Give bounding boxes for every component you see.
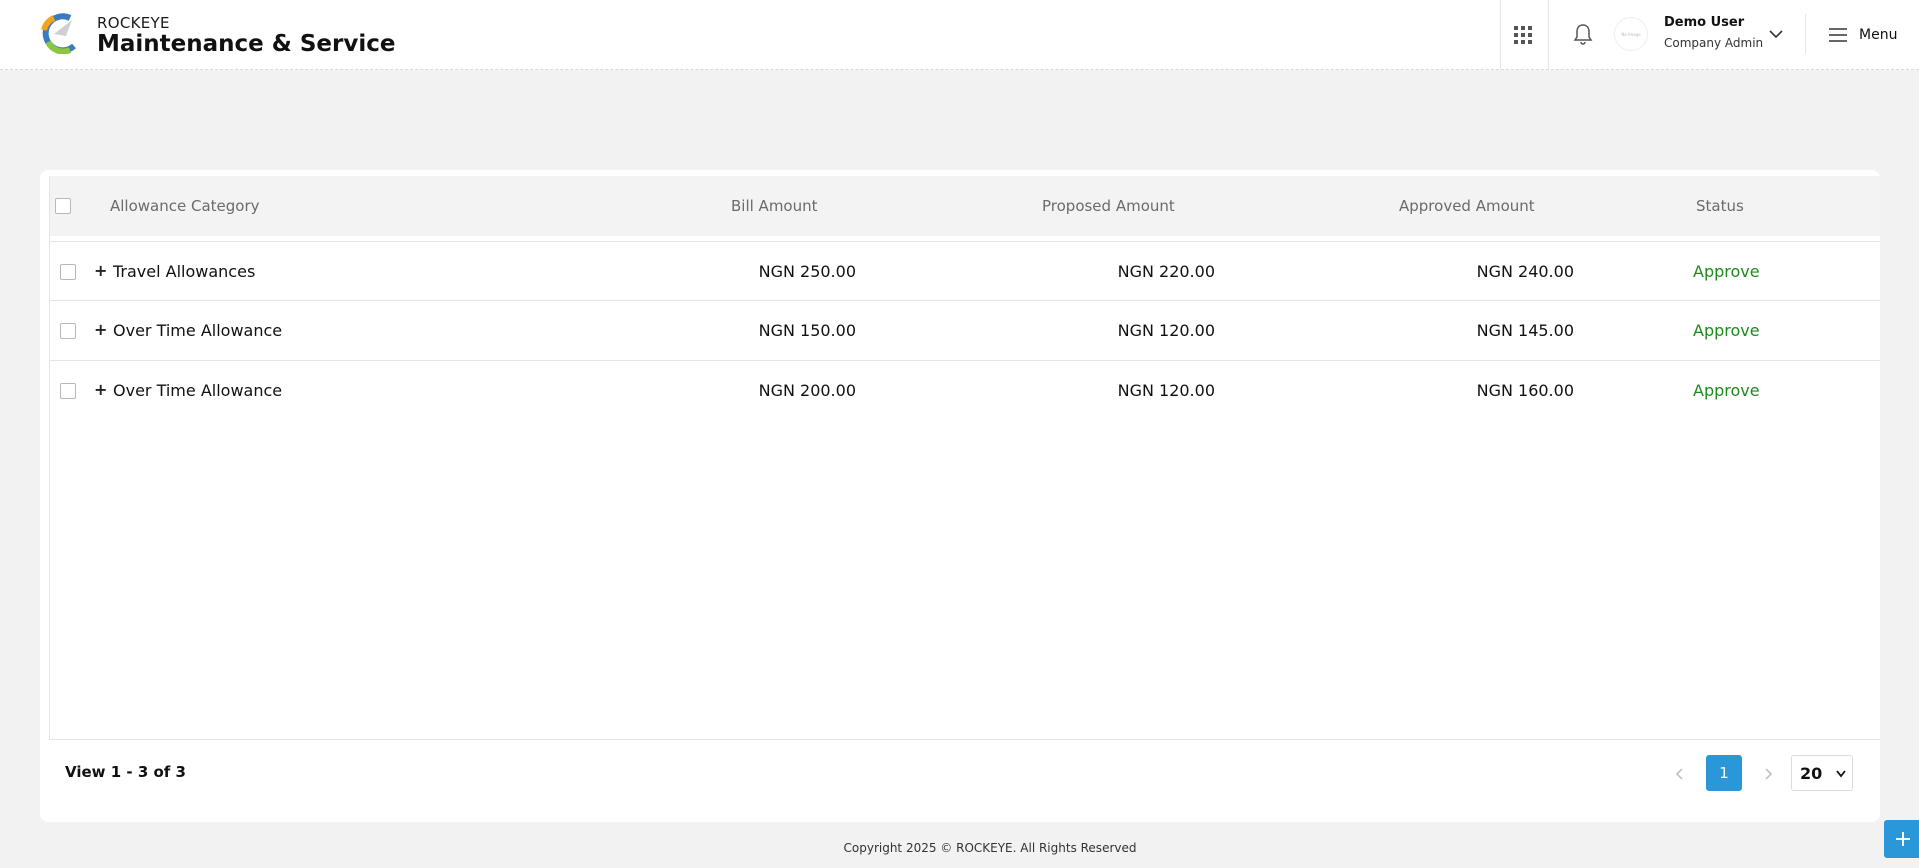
table-row[interactable]: + Over Time Allowance NGN 150.00 NGN 120… — [50, 301, 1881, 361]
page-size-value: 20 — [1800, 764, 1823, 783]
table-row[interactable]: + Over Time Allowance NGN 200.00 NGN 120… — [50, 361, 1881, 421]
chevron-down-icon — [1836, 770, 1846, 778]
status-badge: Approve — [1693, 381, 1760, 400]
allowance-table: Allowance Category Bill Amount Proposed … — [49, 176, 1881, 740]
header-divider — [1500, 0, 1501, 69]
chevron-right-icon[interactable] — [1761, 767, 1775, 781]
row-checkbox[interactable] — [60, 264, 76, 280]
expand-row-button[interactable]: + — [94, 380, 107, 399]
chevron-left-icon[interactable] — [1673, 767, 1687, 781]
user-name[interactable]: Demo User — [1664, 15, 1744, 30]
bill-amount: NGN 250.00 — [758, 262, 856, 281]
column-header-approved-amount[interactable]: Approved Amount — [1399, 197, 1535, 215]
page-size-select[interactable]: 20 — [1791, 755, 1853, 791]
approved-amount: NGN 160.00 — [1476, 381, 1574, 400]
allowance-table-card: Allowance Category Bill Amount Proposed … — [40, 170, 1881, 822]
status-badge: Approve — [1693, 321, 1760, 340]
avatar[interactable]: No Image — [1614, 17, 1648, 51]
menu-button[interactable]: Menu — [1859, 27, 1897, 43]
column-header-category[interactable]: Allowance Category — [110, 197, 260, 215]
table-header: Allowance Category Bill Amount Proposed … — [50, 176, 1881, 236]
plus-icon — [1896, 832, 1910, 846]
column-header-proposed-amount[interactable]: Proposed Amount — [1042, 197, 1175, 215]
allowance-category: Over Time Allowance — [113, 381, 283, 400]
proposed-amount: NGN 220.00 — [1117, 262, 1215, 281]
brand-name: ROCKEYE — [97, 14, 170, 32]
approved-amount: NGN 240.00 — [1476, 262, 1574, 281]
select-all-checkbox[interactable] — [55, 198, 71, 214]
allowance-category: Over Time Allowance — [113, 321, 283, 340]
header-divider — [1805, 14, 1806, 54]
table-row[interactable]: + Travel Allowances NGN 250.00 NGN 220.0… — [50, 241, 1881, 301]
rockeye-logo-icon[interactable] — [40, 12, 80, 54]
status-badge: Approve — [1693, 262, 1760, 281]
app-title: Maintenance & Service — [97, 31, 396, 57]
row-checkbox[interactable] — [60, 383, 76, 399]
view-count-label: View 1 - 3 of 3 — [65, 763, 186, 781]
approved-amount: NGN 145.00 — [1476, 321, 1574, 340]
expand-row-button[interactable]: + — [94, 261, 107, 280]
apps-grid-icon[interactable] — [1514, 26, 1532, 44]
hamburger-menu-icon[interactable] — [1828, 26, 1848, 44]
bill-amount: NGN 150.00 — [758, 321, 856, 340]
notification-bell-icon[interactable] — [1573, 23, 1593, 45]
allowance-category: Travel Allowances — [113, 262, 256, 281]
proposed-amount: NGN 120.00 — [1117, 381, 1215, 400]
expand-row-button[interactable]: + — [94, 320, 107, 339]
column-header-bill-amount[interactable]: Bill Amount — [731, 197, 818, 215]
row-checkbox[interactable] — [60, 323, 76, 339]
header-divider — [1548, 0, 1549, 69]
copyright-text: Copyright 2025 © ROCKEYE. All Rights Res… — [843, 841, 1137, 855]
proposed-amount: NGN 120.00 — [1117, 321, 1215, 340]
column-header-status[interactable]: Status — [1696, 197, 1744, 215]
top-header: ROCKEYE Maintenance & Service No Image D… — [0, 0, 1919, 70]
bill-amount: NGN 200.00 — [758, 381, 856, 400]
user-role: Company Admin — [1664, 36, 1764, 50]
chevron-down-icon[interactable] — [1768, 26, 1784, 42]
pagination-current-page[interactable]: 1 — [1706, 755, 1742, 791]
add-button[interactable] — [1884, 820, 1919, 858]
